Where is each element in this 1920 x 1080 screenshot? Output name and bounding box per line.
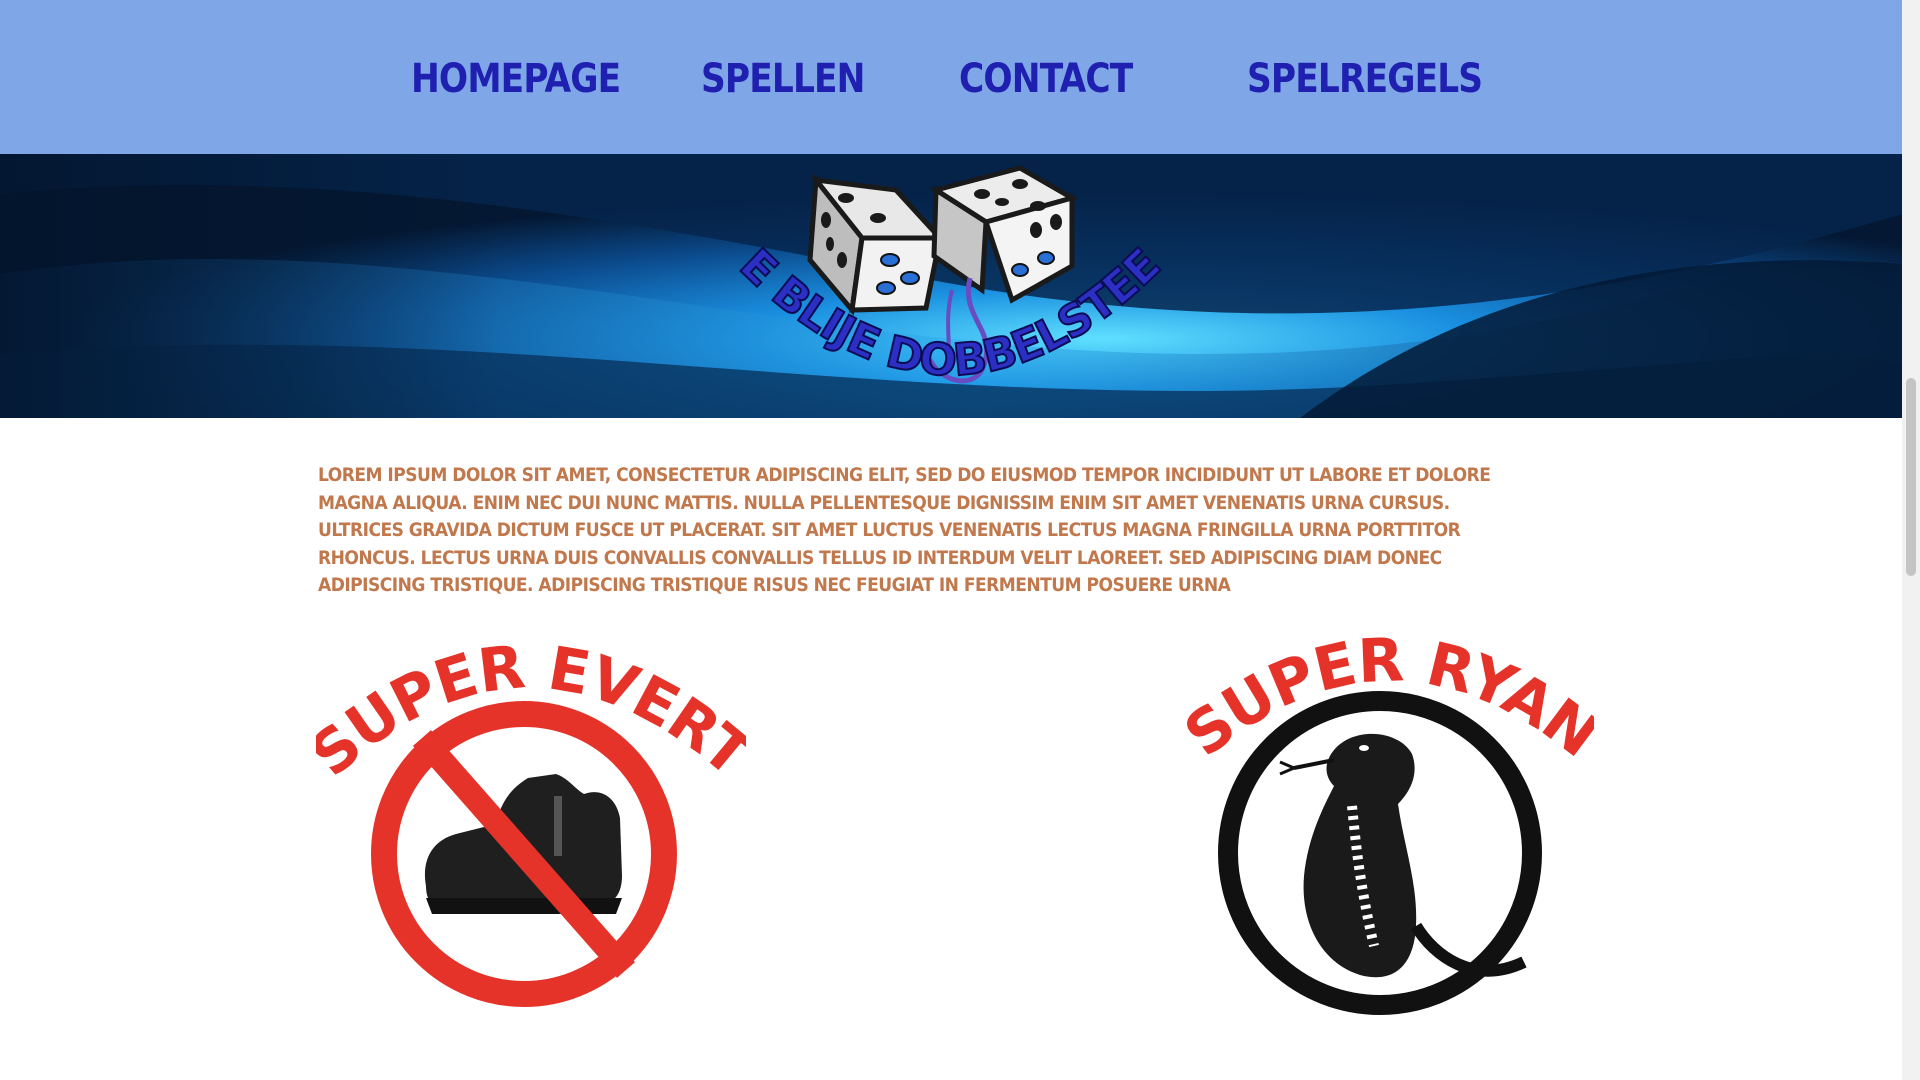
hero-banner: DE BLIJE DOBBELSTEEN [0, 154, 1902, 418]
nav-homepage[interactable]: Homepage [411, 56, 621, 102]
dice-logo: DE BLIJE DOBBELSTEEN [720, 160, 1172, 388]
super-ryan-logo: SUPER RYAN [1184, 626, 1594, 1015]
page-scrollbar[interactable] [1902, 0, 1920, 1080]
left-die-icon [807, 173, 946, 316]
super-evert-logo: SUPER EVERT [316, 632, 746, 1007]
nav-spelregels[interactable]: Spelregels [1247, 56, 1483, 102]
intro-paragraph: Lorem ipsum dolor sit amet, consectetur … [318, 464, 1491, 596]
nav-contact[interactable]: Contact [959, 56, 1133, 102]
page: Homepage Spellen Contact Spelregels [0, 0, 1902, 1080]
no-boot-icon [371, 701, 677, 1007]
scrollbar-thumb[interactable] [1906, 378, 1916, 576]
cobra-icon [1218, 691, 1542, 1015]
right-die-icon [929, 165, 1079, 304]
nav-spellen[interactable]: Spellen [701, 56, 865, 102]
top-navigation: Homepage Spellen Contact Spelregels [0, 0, 1902, 154]
